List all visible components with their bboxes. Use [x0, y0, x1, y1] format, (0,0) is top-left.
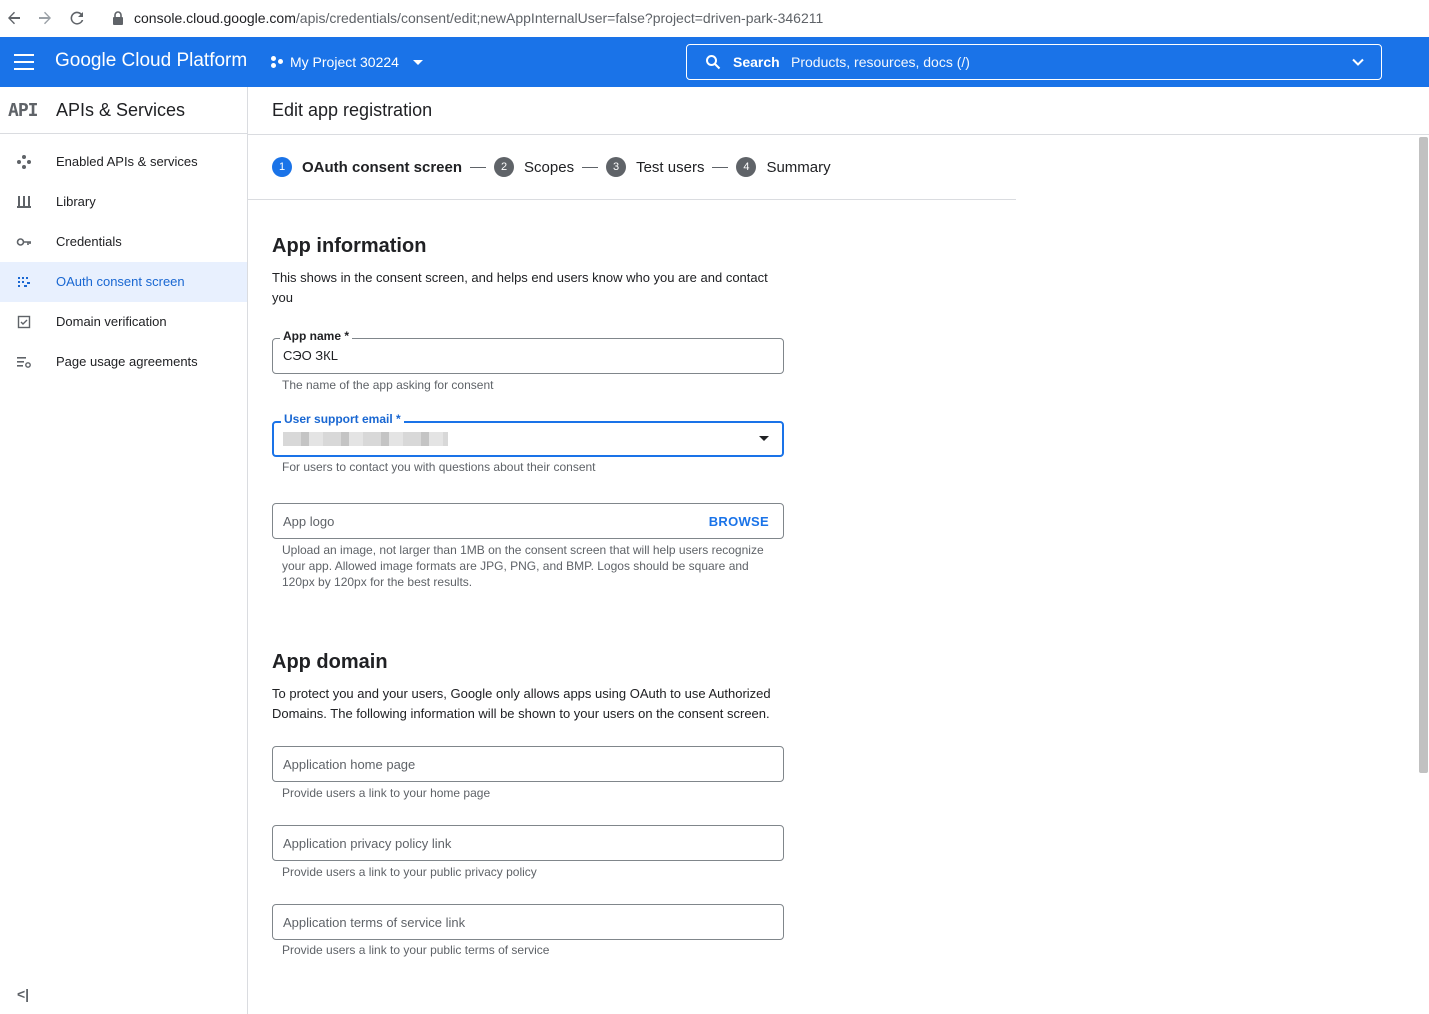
sidebar-item-enabled-apis[interactable]: Enabled APIs & services [0, 142, 247, 182]
app-domain-heading: App domain [272, 651, 388, 673]
sidebar-item-label: Library [56, 194, 96, 209]
chevron-down-icon [412, 59, 423, 65]
enabled-apis-icon [17, 155, 31, 169]
step-label: OAuth consent screen [302, 158, 463, 176]
app-name-hint: The name of the app asking for consent [282, 378, 494, 392]
page-title: Edit app registration [272, 100, 433, 120]
sidebar-item-oauth-consent[interactable]: OAuth consent screen [0, 262, 247, 302]
redacted-email [283, 432, 448, 446]
url-text: console.cloud.google.com/apis/credential… [134, 10, 824, 26]
library-icon [17, 196, 31, 208]
search-placeholder: Products, resources, docs (/) [791, 54, 970, 70]
app-logo-hint: Upload an image, not larger than 1MB on … [282, 543, 764, 589]
sidebar-item-library[interactable]: Library [0, 182, 247, 222]
menu-icon[interactable] [14, 54, 34, 70]
browser-toolbar: console.cloud.google.com/apis/credential… [0, 0, 1429, 37]
project-icon [270, 55, 284, 69]
forward-arrow-icon[interactable] [35, 8, 55, 28]
step-summary[interactable]: 4 Summary [736, 157, 831, 177]
api-logo: API [8, 100, 38, 121]
settings-list-icon [17, 357, 31, 368]
privacy-policy-input[interactable]: Application privacy policy link [272, 825, 784, 861]
reload-icon[interactable] [67, 8, 87, 28]
app-name-field[interactable]: App name * СЭО ЗКL [272, 329, 784, 374]
sidebar-item-page-usage[interactable]: Page usage agreements [0, 342, 247, 382]
collapse-sidebar-icon[interactable]: <| [17, 986, 29, 1002]
step-oauth-consent[interactable]: 1 OAuth consent screen [272, 157, 462, 177]
privacy-policy-hint: Provide users a link to your public priv… [282, 865, 537, 879]
sidebar: API APIs & Services Enabled APIs & servi… [0, 87, 248, 1014]
sidebar-item-domain-verification[interactable]: Domain verification [0, 302, 247, 342]
search-bar[interactable]: Search Products, resources, docs (/) [686, 44, 1382, 80]
home-page-hint: Provide users a link to your home page [282, 786, 491, 800]
step-label: Summary [766, 158, 831, 176]
app-logo-placeholder: App logo [283, 514, 335, 529]
main-content: Edit app registration 1 OAuth consent sc… [248, 87, 1429, 1014]
stepper: 1 OAuth consent screen 2 Scopes 3 Test u… [272, 155, 831, 179]
search-icon [706, 55, 721, 70]
gcp-top-bar: Google Cloud Platform My Project 30224 S… [0, 37, 1429, 87]
privacy-policy-placeholder: Application privacy policy link [283, 836, 452, 851]
app-logo-field[interactable]: App logo BROWSE [272, 503, 784, 539]
sidebar-item-label: Credentials [56, 234, 122, 249]
dropdown-arrow-icon [759, 436, 769, 441]
support-email-label: User support email * [281, 412, 404, 426]
sidebar-item-label: OAuth consent screen [56, 274, 185, 289]
scrollbar[interactable] [1419, 137, 1428, 773]
sidebar-item-label: Enabled APIs & services [56, 154, 198, 169]
brand-title[interactable]: Google Cloud Platform [55, 50, 247, 72]
step-test-users[interactable]: 3 Test users [606, 157, 704, 177]
address-bar[interactable]: console.cloud.google.com/apis/credential… [100, 4, 1429, 32]
back-arrow-icon[interactable] [4, 8, 24, 28]
sidebar-title: APIs & Services [56, 100, 186, 120]
step-number: 3 [606, 157, 627, 177]
sidebar-header: API APIs & Services [0, 87, 247, 134]
support-email-select[interactable]: User support email * [272, 412, 784, 457]
page-header: Edit app registration [248, 87, 1429, 135]
app-domain-description: To protect you and your users, Google on… [272, 686, 771, 721]
consent-icon [18, 277, 30, 287]
step-number: 2 [494, 157, 515, 177]
step-connector [582, 166, 599, 168]
step-number: 1 [272, 157, 292, 177]
terms-of-service-placeholder: Application terms of service link [283, 915, 466, 930]
app-name-value: СЭО ЗКL [283, 348, 338, 363]
key-icon [16, 238, 31, 246]
project-name: My Project 30224 [290, 54, 399, 70]
step-scopes[interactable]: 2 Scopes [494, 157, 574, 177]
home-page-placeholder: Application home page [283, 757, 416, 772]
step-label: Scopes [524, 158, 575, 176]
app-information-heading: App information [272, 235, 427, 257]
terms-of-service-hint: Provide users a link to your public term… [282, 943, 550, 957]
step-connector [712, 166, 729, 168]
home-page-input[interactable]: Application home page [272, 746, 784, 782]
sidebar-item-label: Domain verification [56, 314, 167, 329]
search-label: Search [733, 54, 780, 70]
lock-icon [113, 11, 123, 25]
app-information-description: This shows in the consent screen, and he… [272, 270, 768, 305]
chevron-down-icon[interactable] [1351, 55, 1365, 69]
checkbox-icon [17, 315, 31, 329]
browse-button[interactable]: BROWSE [709, 514, 769, 529]
terms-of-service-input[interactable]: Application terms of service link [272, 904, 784, 940]
step-label: Test users [636, 158, 705, 176]
step-number: 4 [736, 157, 757, 177]
sidebar-nav: Enabled APIs & services Library Credenti… [0, 142, 247, 382]
app-name-label: App name * [280, 329, 353, 343]
project-selector[interactable]: My Project 30224 [270, 51, 423, 73]
divider [248, 199, 1016, 200]
sidebar-item-credentials[interactable]: Credentials [0, 222, 247, 262]
step-connector [470, 166, 487, 168]
sidebar-item-label: Page usage agreements [56, 354, 198, 369]
support-email-hint: For users to contact you with questions … [282, 460, 596, 474]
